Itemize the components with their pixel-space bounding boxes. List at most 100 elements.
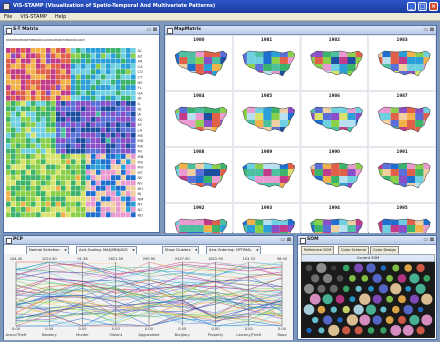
som-node[interactable] [378,284,389,294]
matrix-cell[interactable] [106,90,111,96]
matrix-cell[interactable] [81,196,86,202]
matrix-cell[interactable] [16,63,21,69]
matrix-cell[interactable] [66,111,71,117]
matrix-cell[interactable] [51,143,56,149]
matrix-cell[interactable] [91,116,96,122]
matrix-cell[interactable] [41,212,46,218]
matrix-cell[interactable] [31,58,36,64]
matrix-cell[interactable] [16,90,21,96]
matrix-cell[interactable] [106,79,111,85]
matrix-cell[interactable] [96,79,101,85]
matrix-cell[interactable] [96,106,101,112]
matrix-cell[interactable] [56,101,61,106]
matrix-cell[interactable] [106,148,111,154]
matrix-cell[interactable] [46,48,51,53]
matrix-cell[interactable] [96,132,101,138]
matrix-cell[interactable] [126,74,131,80]
matrix-cell[interactable] [76,90,81,96]
matrix-cell[interactable] [86,116,91,122]
matrix-cell[interactable] [71,127,76,133]
matrix-cell[interactable] [101,148,106,154]
matrix-cell[interactable] [116,69,121,75]
matrix-cell[interactable] [11,164,16,170]
matrix-cell[interactable] [76,159,81,165]
maximize-button[interactable]: □ [418,2,427,11]
matrix-cell[interactable] [126,207,131,212]
matrix-cell[interactable] [126,159,131,165]
matrix-cell[interactable] [91,191,96,196]
matrix-cell[interactable] [26,175,31,181]
matrix-cell[interactable] [11,53,16,59]
matrix-cell[interactable] [56,143,61,149]
matrix-cell[interactable] [131,122,136,128]
matrix-cell[interactable] [71,207,76,212]
matrix-cell[interactable] [76,79,81,85]
matrix-cell[interactable] [56,154,61,159]
matrix-cell[interactable] [76,85,81,90]
matrix-cell[interactable] [26,169,31,175]
matrix-cell[interactable] [41,116,46,122]
matrix-cell[interactable] [46,138,51,143]
matrix-cell[interactable] [71,101,76,106]
matrix-cell[interactable] [76,191,81,196]
matrix-cell[interactable] [11,175,16,181]
matrix-cell[interactable] [26,58,31,64]
matrix-cell[interactable] [6,185,11,191]
matrix-cell[interactable] [21,85,26,90]
matrix-cell[interactable] [56,106,61,112]
matrix-cell[interactable] [121,212,126,218]
matrix-cell[interactable] [86,101,91,106]
matrix-cell[interactable] [46,79,51,85]
matrix-cell[interactable] [96,122,101,128]
matrix-cell[interactable] [111,164,116,170]
matrix-cell[interactable] [86,143,91,149]
matrix-cell[interactable] [21,212,26,218]
matrix-cell[interactable] [121,154,126,159]
map-matrix-grid[interactable]: 1980 1981 1982 1983 1984 1985 1986 1987 1988 1989… [165,35,436,233]
matrix-cell[interactable] [26,159,31,165]
map-cell[interactable]: 1985 [233,91,301,147]
matrix-cell[interactable] [56,180,61,186]
matrix-cell[interactable] [31,101,36,106]
matrix-cell[interactable] [11,127,16,133]
matrix-cell[interactable] [31,111,36,117]
matrix-cell[interactable] [96,191,101,196]
matrix-cell[interactable] [31,207,36,212]
map-cell[interactable]: 1984 [165,91,233,147]
matrix-cell[interactable] [111,111,116,117]
matrix-cell[interactable] [21,90,26,96]
matrix-cell[interactable] [111,127,116,133]
map-cell[interactable]: 1987 [368,91,436,147]
matrix-cell[interactable] [41,191,46,196]
matrix-cell[interactable] [126,169,131,175]
pcp-titlebar[interactable]: PCP ▭ ⊠ [4,236,293,245]
matrix-cell[interactable] [96,63,101,69]
matrix-cell[interactable] [96,196,101,202]
matrix-cell[interactable] [131,201,136,207]
matrix-cell[interactable] [31,127,36,133]
matrix-cell[interactable] [11,148,16,154]
matrix-cell[interactable] [46,201,51,207]
matrix-cell[interactable] [26,207,31,212]
matrix-cell[interactable] [56,53,61,59]
matrix-cell[interactable] [126,138,131,143]
matrix-cell[interactable] [81,106,86,112]
matrix-cell[interactable] [46,212,51,218]
matrix-cell[interactable] [56,95,61,101]
som-node[interactable] [398,316,406,324]
matrix-cell[interactable] [36,90,41,96]
matrix-cell[interactable] [91,63,96,69]
matrix-cell[interactable] [121,85,126,90]
matrix-cell[interactable] [116,191,121,196]
matrix-cell[interactable] [81,169,86,175]
matrix-cell[interactable] [111,85,116,90]
matrix-cell[interactable] [41,79,46,85]
matrix-cell[interactable] [71,111,76,117]
matrix-cell[interactable] [36,154,41,159]
matrix-cell[interactable] [41,132,46,138]
matrix-cell[interactable] [81,74,86,80]
matrix-cell[interactable] [121,53,126,59]
matrix-cell[interactable] [21,74,26,80]
matrix-cell[interactable] [96,175,101,181]
matrix-cell[interactable] [116,201,121,207]
